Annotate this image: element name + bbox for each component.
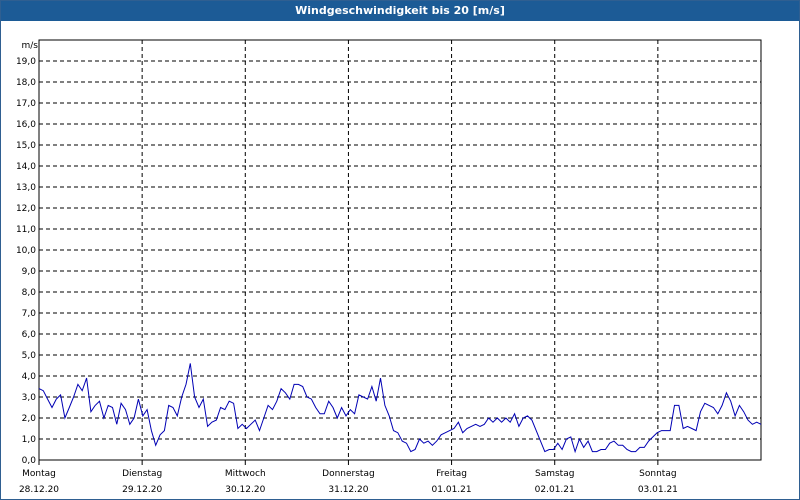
y-tick-label: 4,0 — [22, 372, 37, 382]
x-tick-weekday: Freitag — [436, 469, 467, 479]
y-tick-label: 13,0 — [16, 183, 36, 193]
x-tick-date: 28.12.20 — [19, 485, 59, 495]
y-tick-label: 15,0 — [16, 141, 36, 151]
y-tick-label: 16,0 — [16, 120, 36, 130]
y-tick-label: 0,0 — [22, 456, 37, 466]
y-tick-label: 7,0 — [22, 309, 37, 319]
y-tick-label: 3,0 — [22, 393, 37, 403]
wind-speed-chart: 0,0 1,0 2,0 3,0 4,0 5,0 6,0 7,0 8,0 9,0 10,0 11,0 12… — [16, 39, 762, 495]
series — [38, 363, 762, 454]
y-tick-label: 6,0 — [22, 330, 37, 340]
x-tick-weekday: Samstag — [535, 469, 574, 479]
y-tick-label: 19,0 — [16, 57, 36, 67]
x-tick-weekday: Dienstag — [122, 469, 162, 479]
y-tick-label: 8,0 — [22, 288, 37, 298]
x-tick-date: 29.12.20 — [122, 485, 162, 495]
series-line — [38, 363, 762, 454]
y-tick-labels: 0,0 1,0 2,0 3,0 4,0 5,0 6,0 7,0 8,0 9,0 10,0 11,0 12… — [16, 57, 36, 466]
y-tick-label: 2,0 — [22, 414, 37, 424]
y-tick-label: 11,0 — [16, 225, 36, 235]
x-tick-labels: Montag 28.12.20 Dienstag 29.12.20 Mittwoch 30… — [19, 460, 678, 495]
grid-lines — [39, 40, 761, 460]
x-tick-date: 03.01.21 — [638, 485, 678, 495]
x-tick-weekday: Montag — [22, 469, 56, 479]
y-tick-label: 10,0 — [16, 246, 36, 256]
x-tick-date: 01.01.21 — [432, 485, 472, 495]
x-tick-date: 02.01.21 — [535, 485, 575, 495]
y-tick-label: 1,0 — [22, 435, 37, 445]
x-tick-date: 30.12.20 — [225, 485, 265, 495]
x-tick-date: 31.12.20 — [328, 485, 368, 495]
x-tick-weekday: Sonntag — [639, 469, 676, 479]
y-tick-label: 12,0 — [16, 204, 36, 214]
y-tick-label: 18,0 — [16, 78, 36, 88]
y-axis-label: m/s — [22, 41, 39, 51]
x-tick-weekday: Donnerstag — [322, 469, 375, 479]
x-tick-weekday: Mittwoch — [225, 469, 266, 479]
y-tick-label: 14,0 — [16, 162, 36, 172]
y-tick-label: 17,0 — [16, 99, 36, 109]
y-tick-label: 5,0 — [22, 351, 37, 361]
y-tick-label: 9,0 — [22, 267, 37, 277]
